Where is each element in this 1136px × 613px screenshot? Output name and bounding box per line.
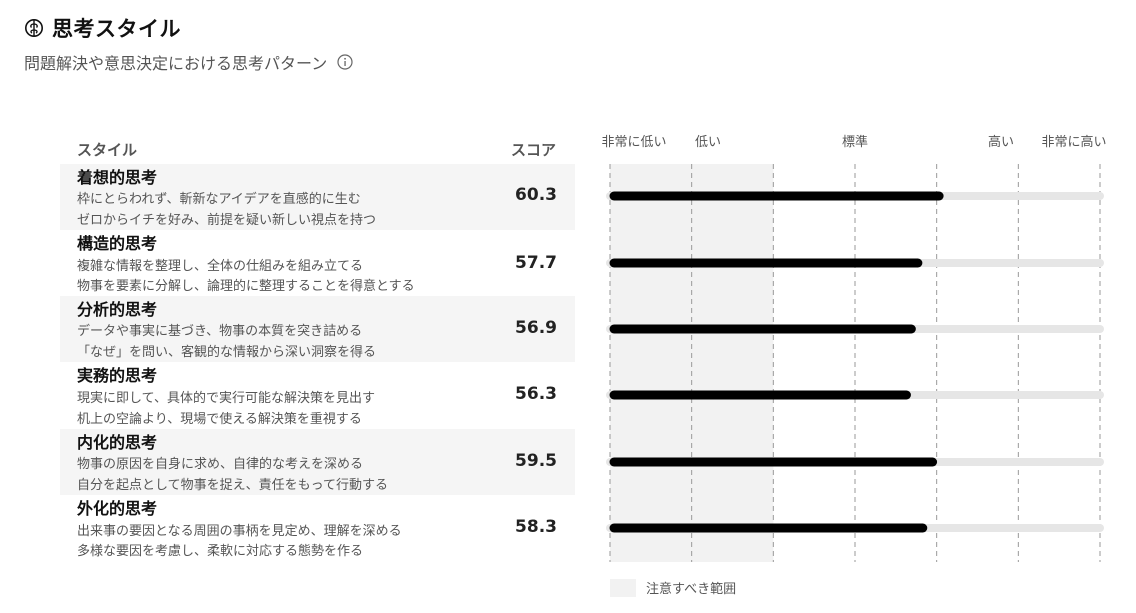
scale-label: 高い bbox=[988, 134, 1014, 150]
scale-label: 非常に高い bbox=[1041, 134, 1106, 150]
scale-label: 非常に低い bbox=[601, 135, 666, 150]
scale-label: 標準 bbox=[842, 134, 868, 150]
score-chart: 非常に低い 低い 標準 高い 非常に高い bbox=[601, 134, 1107, 562]
scale-label: 低い bbox=[695, 135, 721, 150]
legend-label: 注意すべき範囲 bbox=[646, 582, 737, 597]
legend: 注意すべき範囲 bbox=[610, 578, 736, 597]
caution-zone-swatch bbox=[610, 578, 636, 597]
